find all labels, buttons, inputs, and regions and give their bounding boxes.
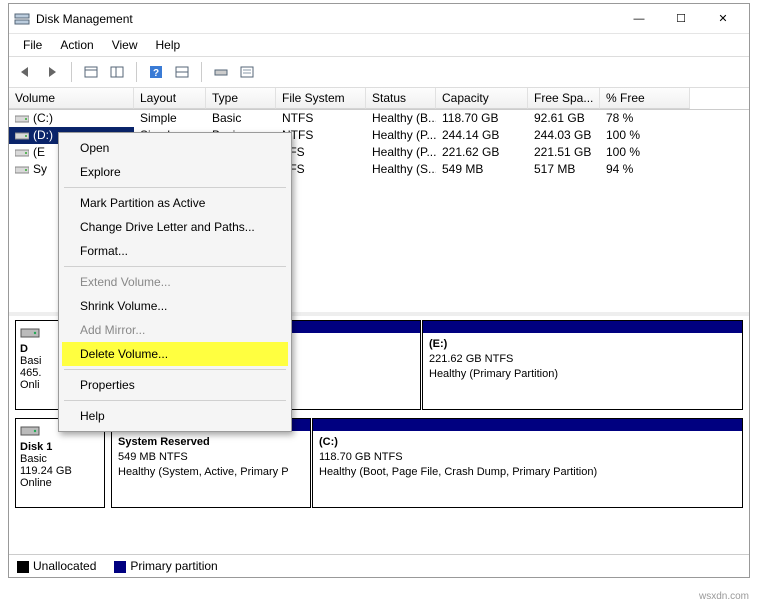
toolbar-box1-icon[interactable] xyxy=(80,61,102,83)
menubar: File Action View Help xyxy=(9,34,749,57)
part-cap: 221.62 GB NTFS xyxy=(429,353,513,365)
menu-view[interactable]: View xyxy=(104,36,146,54)
toolbar-box3-icon[interactable] xyxy=(171,61,193,83)
ctx-delete-volume[interactable]: Delete Volume... xyxy=(62,342,288,366)
toolbar-separator xyxy=(201,62,202,82)
part-cap: 549 MB NTFS xyxy=(118,451,188,463)
toolbar-box2-icon[interactable] xyxy=(106,61,128,83)
ctx-properties[interactable]: Properties xyxy=(62,373,288,397)
header-capacity[interactable]: Capacity xyxy=(436,88,528,109)
ctx-explore[interactable]: Explore xyxy=(62,160,288,184)
watermark: wsxdn.com xyxy=(699,591,749,602)
partition-color-bar xyxy=(423,321,742,333)
menu-action[interactable]: Action xyxy=(52,36,101,54)
vol-name: (E xyxy=(33,145,45,159)
ctx-open[interactable]: Open xyxy=(62,136,288,160)
titlebar: Disk Management — ☐ ✕ xyxy=(9,4,749,34)
legend: Unallocated Primary partition xyxy=(9,554,749,577)
partition-e[interactable]: (E:) 221.62 GB NTFS Healthy (Primary Par… xyxy=(422,320,743,410)
part-status: Healthy (System, Active, Primary P xyxy=(118,466,289,478)
table-row[interactable]: (C:) Simple Basic NTFS Healthy (B... 118… xyxy=(9,110,749,127)
part-label: (E:) xyxy=(429,338,447,350)
partition-color-bar xyxy=(313,419,742,431)
ctx-separator xyxy=(64,187,286,188)
legend-primary: Primary partition xyxy=(114,559,217,573)
ctx-format[interactable]: Format... xyxy=(62,239,288,263)
vol-name: Sy xyxy=(33,162,47,176)
close-button[interactable]: ✕ xyxy=(702,5,744,33)
toolbar-list-icon[interactable] xyxy=(236,61,258,83)
svg-text:?: ? xyxy=(153,68,159,79)
part-cap: 118.70 GB NTFS xyxy=(319,451,403,463)
forward-button[interactable] xyxy=(41,61,63,83)
drive-icon xyxy=(15,113,29,125)
context-menu: Open Explore Mark Partition as Active Ch… xyxy=(58,132,292,432)
header-filesystem[interactable]: File System xyxy=(276,88,366,109)
ctx-extend: Extend Volume... xyxy=(62,270,288,294)
ctx-separator xyxy=(64,266,286,267)
drive-icon xyxy=(15,147,29,159)
header-volume[interactable]: Volume xyxy=(9,88,134,109)
disk1-name: Disk 1 xyxy=(20,441,100,453)
partition-c[interactable]: (C:) 118.70 GB NTFS Healthy (Boot, Page … xyxy=(312,418,743,508)
ctx-change-letter[interactable]: Change Drive Letter and Paths... xyxy=(62,215,288,239)
volume-list-header: Volume Layout Type File System Status Ca… xyxy=(9,88,749,110)
disk1-type: Basic xyxy=(20,453,100,465)
disk1-status: Online xyxy=(20,477,100,489)
part-status: Healthy (Boot, Page File, Crash Dump, Pr… xyxy=(319,466,597,478)
ctx-help[interactable]: Help xyxy=(62,404,288,428)
header-status[interactable]: Status xyxy=(366,88,436,109)
ctx-separator xyxy=(64,400,286,401)
part-label: (C:) xyxy=(319,436,338,448)
ctx-mirror: Add Mirror... xyxy=(62,318,288,342)
part-status: Healthy (Primary Partition) xyxy=(429,368,558,380)
toolbar-separator xyxy=(136,62,137,82)
ctx-shrink[interactable]: Shrink Volume... xyxy=(62,294,288,318)
window-controls: — ☐ ✕ xyxy=(618,5,744,33)
toolbar-disk-icon[interactable] xyxy=(210,61,232,83)
app-icon xyxy=(14,11,30,27)
minimize-button[interactable]: — xyxy=(618,5,660,33)
window-title: Disk Management xyxy=(36,12,618,26)
part-label: System Reserved xyxy=(118,436,210,448)
menu-file[interactable]: File xyxy=(15,36,50,54)
drive-icon xyxy=(15,164,29,176)
header-type[interactable]: Type xyxy=(206,88,276,109)
maximize-button[interactable]: ☐ xyxy=(660,5,702,33)
legend-unallocated: Unallocated xyxy=(17,559,96,573)
toolbar: ? xyxy=(9,57,749,88)
help-icon[interactable]: ? xyxy=(145,61,167,83)
ctx-mark-active[interactable]: Mark Partition as Active xyxy=(62,191,288,215)
header-layout[interactable]: Layout xyxy=(134,88,206,109)
ctx-separator xyxy=(64,369,286,370)
drive-icon xyxy=(15,130,29,142)
vol-name: (D:) xyxy=(33,128,53,142)
disk1-size: 119.24 GB xyxy=(20,465,100,477)
header-free[interactable]: Free Spa... xyxy=(528,88,600,109)
menu-help[interactable]: Help xyxy=(148,36,189,54)
back-button[interactable] xyxy=(15,61,37,83)
vol-name: (C:) xyxy=(33,111,53,125)
header-pctfree[interactable]: % Free xyxy=(600,88,690,109)
toolbar-separator xyxy=(71,62,72,82)
